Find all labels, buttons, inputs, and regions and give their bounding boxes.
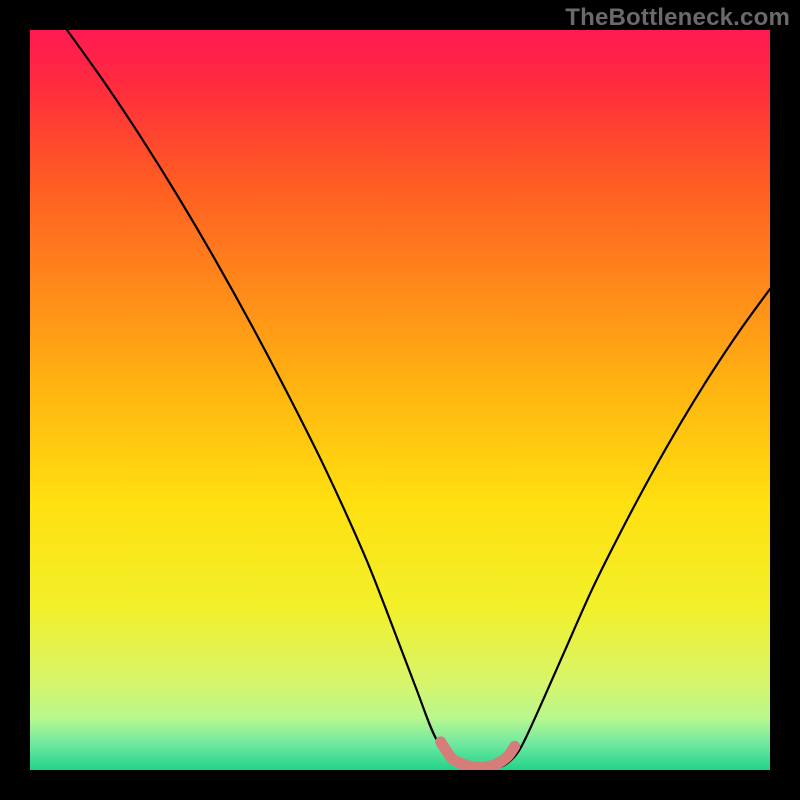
gradient-background [30,30,770,770]
chart-frame: TheBottleneck.com [0,0,800,800]
watermark-text: TheBottleneck.com [565,4,790,32]
bottleneck-chart [30,30,770,770]
chart-plot-area [30,30,770,770]
